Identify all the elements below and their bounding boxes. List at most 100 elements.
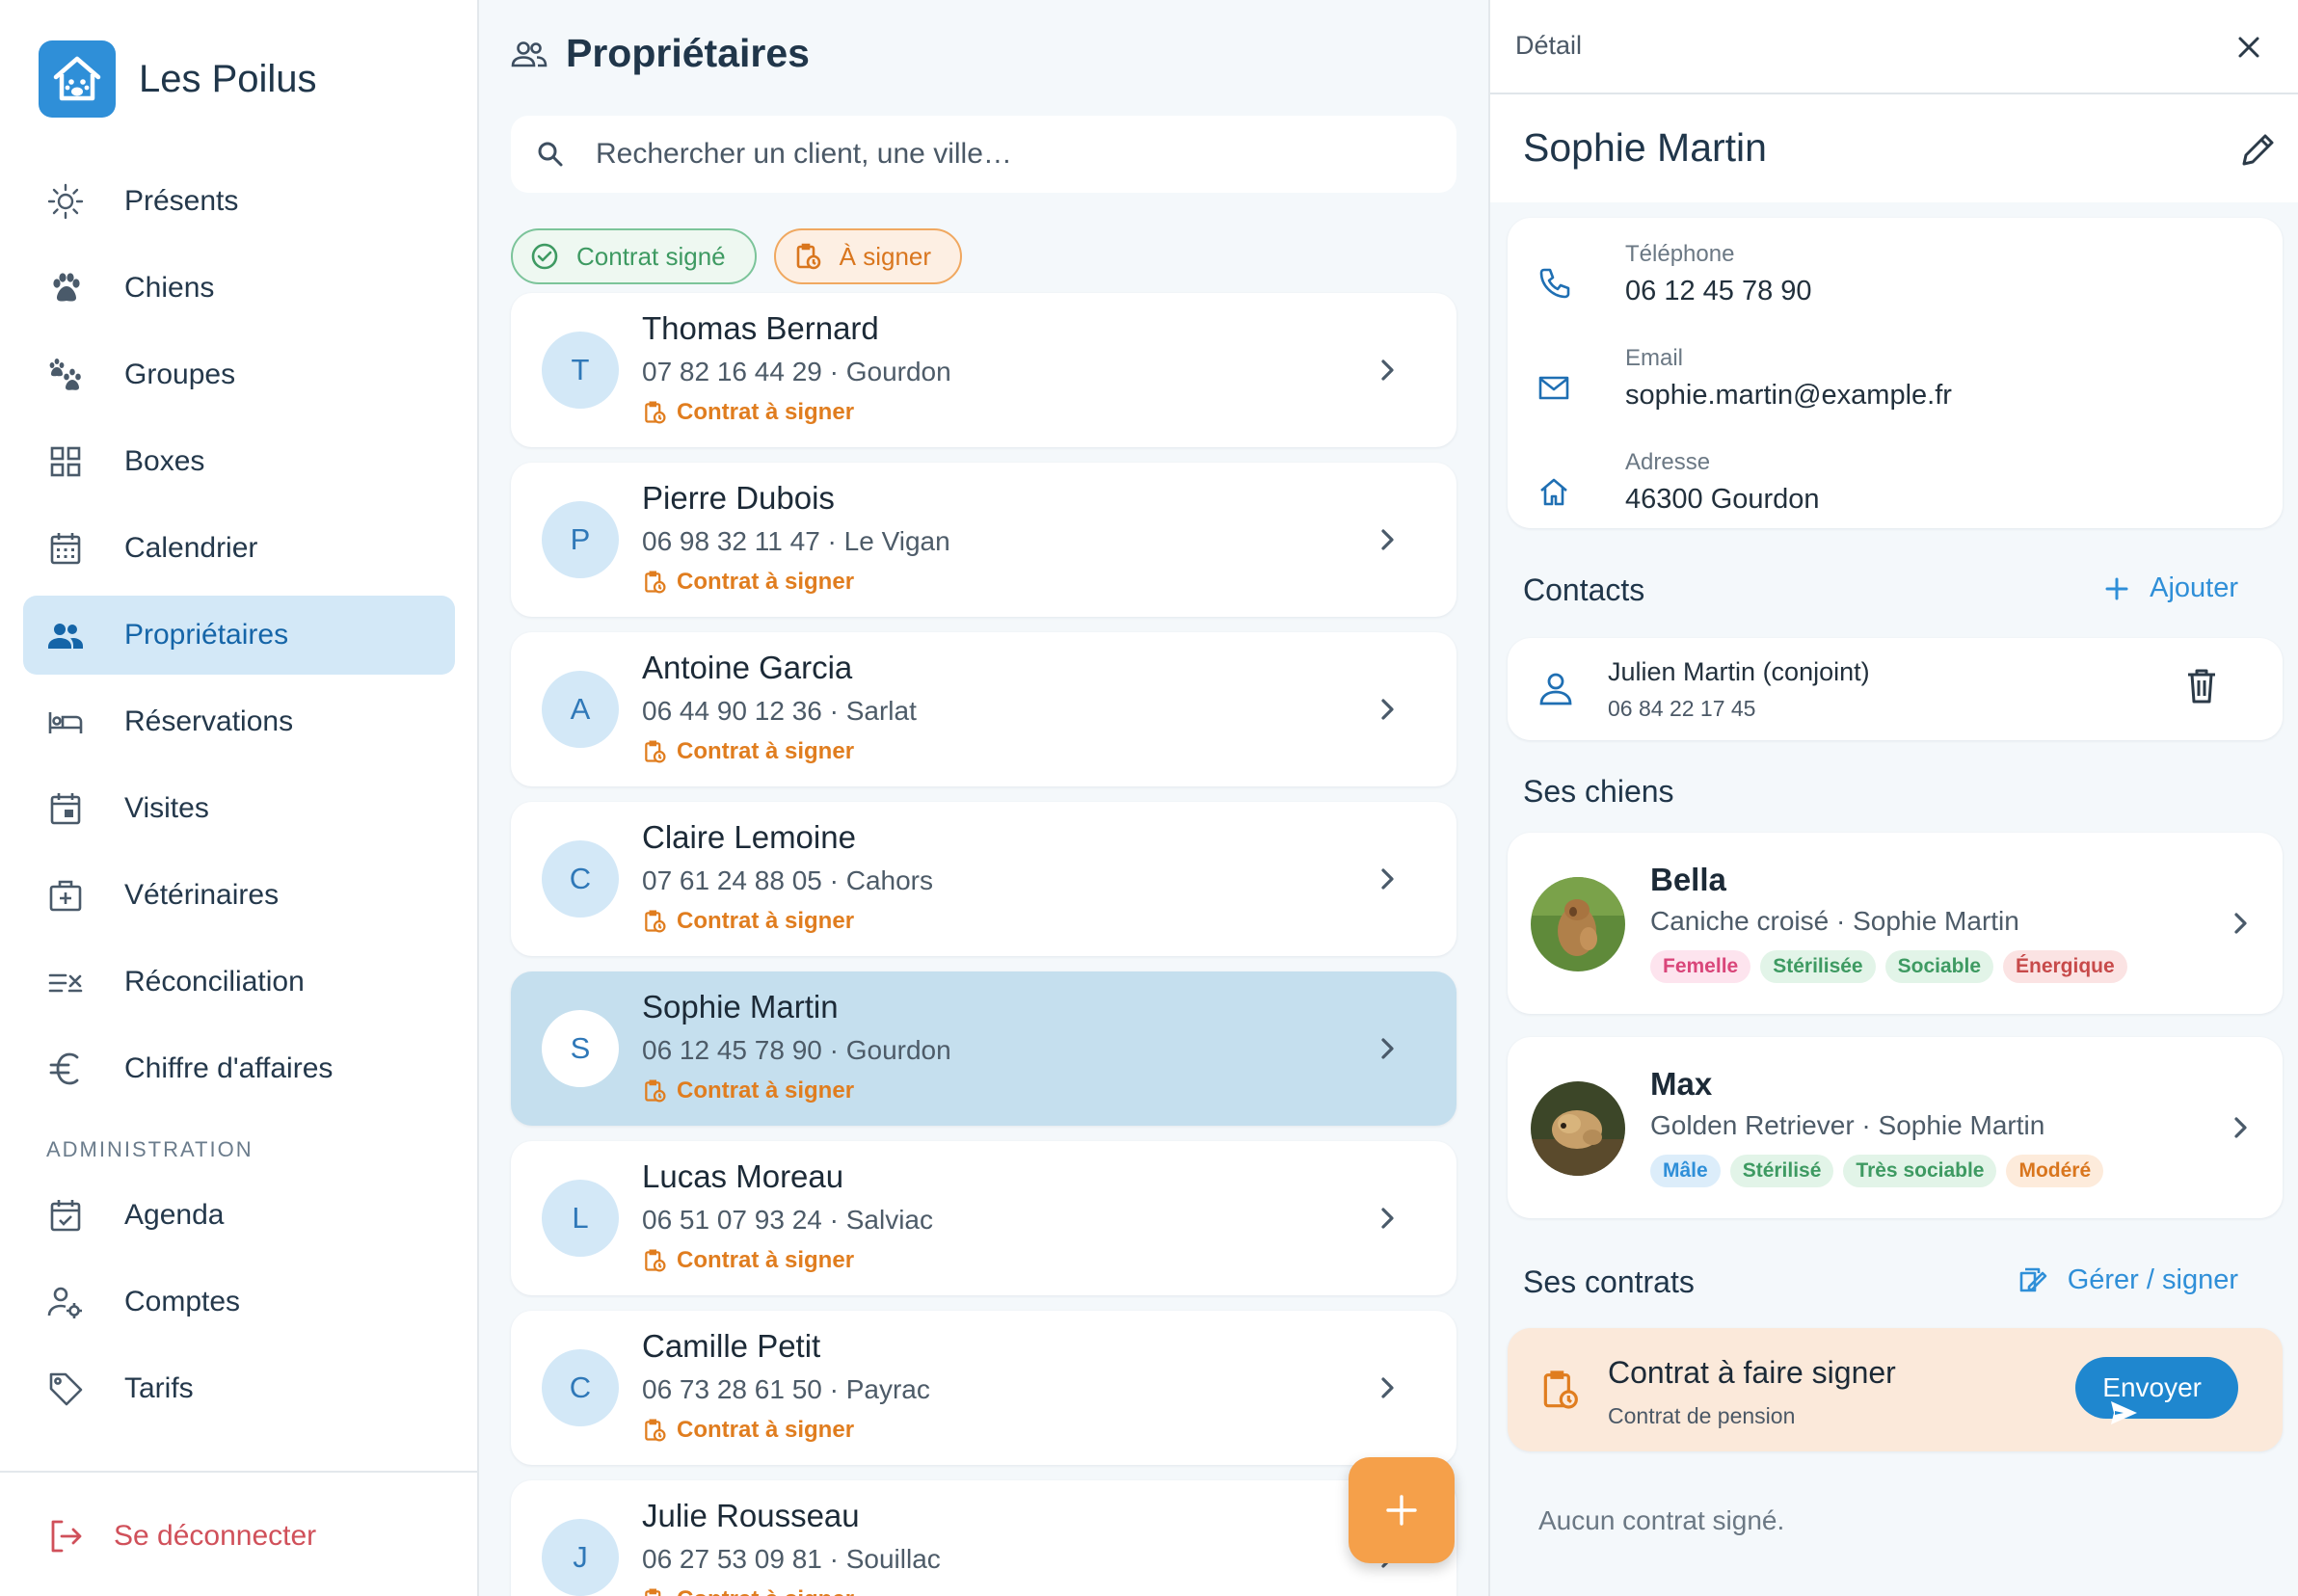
info-value: 06 12 45 78 90 xyxy=(1625,276,1812,306)
nav-label: Réconciliation xyxy=(124,966,305,998)
owner-card[interactable]: C Claire Lemoine 07 61 24 88 05 · Cahors… xyxy=(511,802,1456,956)
contact-info-card: Téléphone 06 12 45 78 90 Email sophie.ma… xyxy=(1508,218,2283,528)
search-input[interactable] xyxy=(596,138,1444,171)
nav-item-veterinaires[interactable]: Vétérinaires xyxy=(23,856,455,935)
add-owner-button[interactable] xyxy=(1349,1457,1455,1563)
contract-status: Contrat à signer xyxy=(642,738,854,765)
owner-card[interactable]: A Antoine Garcia 06 44 90 12 36 · Sarlat… xyxy=(511,632,1456,786)
avatar: A xyxy=(542,671,619,748)
owner-name: Lucas Moreau xyxy=(642,1158,844,1194)
nav-item-reservations[interactable]: Réservations xyxy=(23,682,455,761)
contract-status: Contrat à signer xyxy=(642,1586,854,1596)
dog-card-bella[interactable]: Bella Caniche croisé · Sophie Martin Fem… xyxy=(1508,833,2283,1014)
status-label: Contrat à signer xyxy=(677,908,855,934)
info-label: Adresse xyxy=(1625,449,1711,475)
send-contract-button[interactable]: Envoyer xyxy=(2075,1357,2238,1424)
sidebar: Les Poilus Présents Chiens Groupes Boxes… xyxy=(0,0,479,1596)
info-email[interactable]: Email sophie.martin@example.fr xyxy=(1508,333,2283,430)
dog-card-max[interactable]: Max Golden Retriever · Sophie Martin Mâl… xyxy=(1508,1037,2283,1218)
nav-label: Visites xyxy=(124,792,209,824)
nav-item-groupes[interactable]: Groupes xyxy=(23,335,455,414)
clipboard-clock-icon xyxy=(642,739,667,764)
nav-item-reconciliation[interactable]: Réconciliation xyxy=(23,943,455,1022)
nav-item-tarifs[interactable]: Tarifs xyxy=(23,1349,455,1428)
main-nav: Présents Chiens Groupes Boxes Calendrier… xyxy=(23,162,455,1436)
detail-panel: Détail Sophie Martin Téléphone 06 12 45 … xyxy=(1488,0,2298,1596)
owners-pane: Propriétaires Contrat signé xyxy=(481,0,1488,1596)
nav-label: Agenda xyxy=(124,1199,225,1231)
manage-contracts-button[interactable]: Gérer / signer xyxy=(2017,1264,2238,1296)
owner-card-selected[interactable]: S Sophie Martin 06 12 45 78 90 · Gourdon… xyxy=(511,971,1456,1126)
filter-contrat-signe[interactable]: Contrat signé xyxy=(511,228,757,284)
detail-header-label: Détail xyxy=(1515,31,1583,60)
nav-item-chiffre-affaires[interactable]: Chiffre d'affaires xyxy=(23,1029,455,1108)
reconcile-icon xyxy=(46,963,85,1001)
nav-label: Calendrier xyxy=(124,532,258,564)
info-address[interactable]: Adresse 46300 Gourdon xyxy=(1508,438,2283,534)
contract-status: Contrat à signer xyxy=(642,1247,854,1274)
nav-item-comptes[interactable]: Comptes xyxy=(23,1263,455,1342)
owner-name: Pierre Dubois xyxy=(642,480,835,516)
contract-title: Contrat à faire signer xyxy=(1608,1355,1896,1390)
calendar-event-icon xyxy=(46,789,85,828)
sign-document-icon xyxy=(2017,1265,2048,1296)
owners-header: Propriétaires xyxy=(510,31,810,76)
search-icon xyxy=(534,138,567,171)
nav-item-proprietaires[interactable]: Propriétaires xyxy=(23,596,455,675)
add-contact-button[interactable]: Ajouter xyxy=(2103,572,2238,604)
dog-meta: Golden Retriever · Sophie Martin xyxy=(1650,1110,2045,1140)
tag: Très sociable xyxy=(1843,1155,1997,1187)
info-label: Téléphone xyxy=(1625,241,1735,267)
close-icon[interactable] xyxy=(2232,31,2265,64)
contract-status: Contrat à signer xyxy=(642,1417,854,1444)
owner-card[interactable]: C Camille Petit 06 73 28 61 50 · Payrac … xyxy=(511,1311,1456,1465)
nav-item-calendrier[interactable]: Calendrier xyxy=(23,509,455,588)
brand[interactable]: Les Poilus xyxy=(39,40,317,118)
chevron-right-icon xyxy=(1372,1033,1403,1064)
nav-item-agenda[interactable]: Agenda xyxy=(23,1176,455,1255)
dogs-title: Ses chiens xyxy=(1523,774,1674,809)
chevron-right-icon xyxy=(1372,355,1403,386)
home-icon xyxy=(1536,474,1571,509)
contact-card[interactable]: Julien Martin (conjoint) 06 84 22 17 45 xyxy=(1508,638,2283,740)
nav-item-chiens[interactable]: Chiens xyxy=(23,249,455,328)
clipboard-clock-icon xyxy=(642,1587,667,1596)
nav-item-visites[interactable]: Visites xyxy=(23,769,455,848)
info-phone[interactable]: Téléphone 06 12 45 78 90 xyxy=(1508,229,2283,326)
owner-name: Thomas Bernard xyxy=(642,310,879,346)
mail-icon xyxy=(1536,370,1571,405)
nav-label: Groupes xyxy=(124,359,236,390)
filter-a-signer[interactable]: À signer xyxy=(773,228,963,284)
nav-item-presents[interactable]: Présents xyxy=(23,162,455,241)
edit-icon[interactable] xyxy=(2238,129,2279,170)
clipboard-clock-icon xyxy=(642,570,667,595)
nav-item-boxes[interactable]: Boxes xyxy=(23,422,455,501)
clipboard-clock-icon xyxy=(642,400,667,425)
tag: Énergique xyxy=(2003,950,2127,983)
owner-card[interactable]: L Lucas Moreau 06 51 07 93 24 · Salviac … xyxy=(511,1141,1456,1295)
avatar: P xyxy=(542,501,619,578)
no-signed-contracts: Aucun contrat signé. xyxy=(1538,1505,1785,1535)
admin-section-title: ADMINISTRATION xyxy=(46,1137,254,1161)
status-label: Contrat à signer xyxy=(677,1586,854,1596)
logout-button[interactable]: Se déconnecter xyxy=(46,1517,316,1556)
owner-card[interactable]: P Pierre Dubois 06 98 32 11 47 · Le Viga… xyxy=(511,463,1456,617)
clipboard-clock-icon xyxy=(642,1078,667,1104)
chevron-right-icon xyxy=(1372,694,1403,725)
tag: Modéré xyxy=(2006,1155,2104,1187)
paw-icon xyxy=(46,269,85,307)
owner-card[interactable]: J Julie Rousseau 06 27 53 09 81 · Souill… xyxy=(511,1480,1456,1596)
plus-icon xyxy=(2103,575,2130,602)
chevron-right-icon xyxy=(1372,864,1403,894)
nav-label: Tarifs xyxy=(124,1372,194,1404)
trash-icon[interactable] xyxy=(2184,667,2219,705)
avatar: J xyxy=(542,1519,619,1596)
detail-name-header: Sophie Martin xyxy=(1490,94,2298,202)
owner-meta: 06 27 53 09 81 · Souillac xyxy=(642,1544,941,1574)
chevron-right-icon xyxy=(2225,908,2256,939)
clipboard-clock-icon xyxy=(642,909,667,934)
chevron-right-icon xyxy=(2225,1112,2256,1143)
page-title: Propriétaires xyxy=(566,31,810,75)
owner-card[interactable]: T Thomas Bernard 07 82 16 44 29 · Gourdo… xyxy=(511,293,1456,447)
info-value: sophie.martin@example.fr xyxy=(1625,380,1952,411)
